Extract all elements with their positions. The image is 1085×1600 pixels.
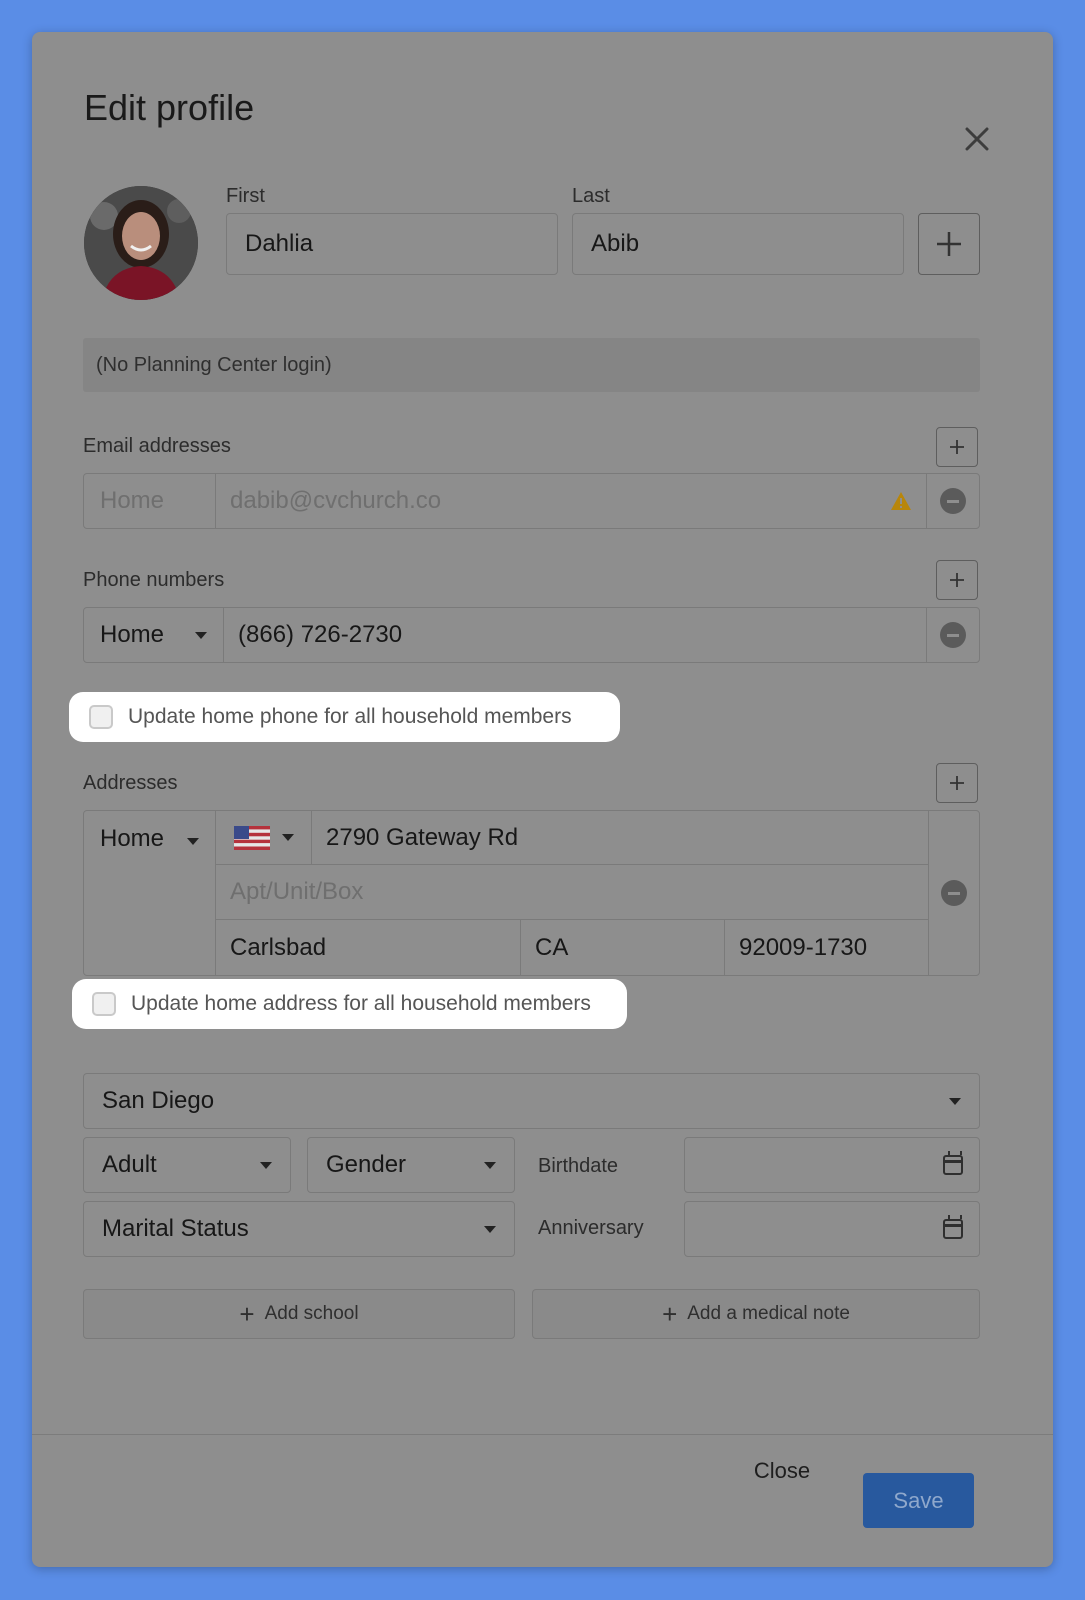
update-household-phone-checkbox[interactable] (89, 705, 113, 729)
caret-down-icon (260, 1161, 272, 1169)
address-section-label: Addresses (83, 772, 178, 794)
phone-row: Home (866) 726-2730 (83, 607, 980, 663)
apt-placeholder: Apt/Unit/Box (230, 878, 364, 905)
last-name-value: Abib (591, 230, 640, 257)
edit-profile-modal: Edit profile First Dahlia Last Abib (No … (32, 32, 1053, 1567)
minus-circle-icon (940, 488, 966, 514)
marital-status-select[interactable]: Marital Status (83, 1201, 515, 1257)
plus-icon: + (239, 1299, 255, 1329)
add-school-button[interactable]: + Add school (83, 1289, 515, 1339)
campus-value: San Diego (102, 1087, 215, 1114)
address-type-select[interactable]: Home (84, 811, 216, 975)
phone-section-label: Phone numbers (83, 569, 225, 591)
plus-icon: + (662, 1299, 678, 1329)
remove-phone-button[interactable] (927, 608, 979, 662)
add-email-button[interactable] (936, 427, 978, 467)
caret-down-icon (484, 1161, 496, 1169)
remove-email-button[interactable] (927, 474, 979, 528)
add-school-label: Add school (264, 1303, 359, 1324)
modal-title: Edit profile (84, 87, 255, 128)
street-input[interactable]: 2790 Gateway Rd (312, 811, 929, 865)
login-status-text: (No Planning Center login) (96, 353, 332, 376)
phone-type-select[interactable]: Home (84, 608, 224, 662)
close-button[interactable]: Close (740, 1444, 824, 1498)
email-type-input[interactable]: Home (84, 474, 216, 528)
login-status: (No Planning Center login) (83, 338, 980, 392)
update-household-phone-label: Update home phone for all household memb… (128, 705, 572, 728)
anniversary-input[interactable] (684, 1201, 980, 1257)
apt-input[interactable]: Apt/Unit/Box (216, 865, 929, 920)
gender-select[interactable]: Gender (307, 1137, 515, 1193)
plus-icon (950, 776, 964, 790)
save-button-label: Save (893, 1487, 944, 1513)
email-row: Home dabib@cvchurch.co (83, 473, 980, 529)
plus-icon (950, 573, 964, 587)
email-section-label: Email addresses (83, 435, 231, 457)
caret-down-icon (949, 1097, 961, 1105)
last-name-label: Last (572, 185, 610, 207)
add-name-field-button[interactable] (918, 213, 980, 275)
add-medical-note-label: Add a medical note (687, 1303, 850, 1324)
caret-down-icon (187, 838, 199, 845)
minus-circle-icon (940, 622, 966, 648)
phone-number-input[interactable]: (866) 726-2730 (224, 608, 927, 662)
warning-icon (891, 492, 911, 510)
add-address-button[interactable] (936, 763, 978, 803)
phone-type-value: Home (100, 621, 165, 648)
gender-value: Gender (326, 1151, 407, 1178)
anniversary-label: Anniversary (538, 1217, 644, 1239)
calendar-icon[interactable] (943, 1151, 963, 1175)
street-value: 2790 Gateway Rd (326, 823, 519, 851)
plus-icon (950, 440, 964, 454)
last-name-input[interactable]: Abib (572, 213, 904, 275)
avatar[interactable] (84, 186, 198, 300)
plus-icon (937, 232, 961, 256)
city-input[interactable]: Carlsbad (216, 920, 521, 975)
us-flag-icon (233, 825, 270, 850)
country-select[interactable] (216, 811, 312, 865)
remove-address-button[interactable] (929, 811, 979, 975)
email-address-input[interactable]: dabib@cvchurch.co (216, 474, 927, 528)
membership-value: Adult (102, 1151, 157, 1178)
email-address-value: dabib@cvchurch.co (230, 487, 442, 514)
minus-circle-icon (941, 880, 967, 906)
zip-value: 92009-1730 (739, 933, 868, 961)
caret-down-icon (281, 834, 294, 841)
close-button-label: Close (753, 1458, 811, 1483)
phone-number-value: (866) 726-2730 (238, 621, 403, 648)
first-name-input[interactable]: Dahlia (226, 213, 558, 275)
first-name-value: Dahlia (245, 230, 314, 257)
save-button[interactable]: Save (863, 1473, 974, 1528)
city-value: Carlsbad (230, 933, 327, 961)
address-block: Home 2790 Gateway Rd Apt/Unit/Box Carlsb… (83, 810, 980, 976)
email-type-placeholder: Home (100, 487, 165, 514)
caret-down-icon (195, 631, 207, 639)
update-household-phone-option[interactable]: Update home phone for all household memb… (69, 692, 620, 742)
calendar-icon[interactable] (943, 1215, 963, 1239)
zip-input[interactable]: 92009-1730 (725, 920, 929, 975)
update-household-address-option[interactable]: Update home address for all household me… (72, 979, 627, 1029)
address-type-value: Home (100, 825, 165, 852)
membership-select[interactable]: Adult (83, 1137, 291, 1193)
marital-status-value: Marital Status (102, 1215, 249, 1242)
birthdate-input[interactable] (684, 1137, 980, 1193)
caret-down-icon (484, 1225, 496, 1233)
state-value: CA (535, 933, 569, 961)
footer-divider (32, 1434, 1053, 1435)
state-input[interactable]: CA (521, 920, 725, 975)
update-household-address-checkbox[interactable] (92, 992, 116, 1016)
first-name-label: First (226, 185, 265, 207)
add-phone-button[interactable] (936, 560, 978, 600)
campus-select[interactable]: San Diego (83, 1073, 980, 1129)
birthdate-label: Birthdate (538, 1155, 619, 1177)
update-household-address-label: Update home address for all household me… (131, 992, 591, 1015)
add-medical-note-button[interactable]: + Add a medical note (532, 1289, 980, 1339)
close-icon[interactable] (962, 124, 992, 154)
